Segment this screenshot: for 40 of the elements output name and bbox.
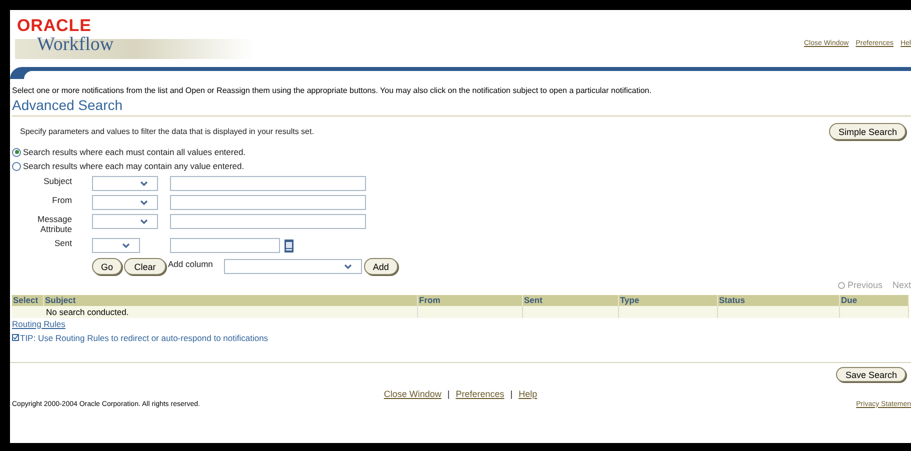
clear-button[interactable]: Clear [124, 258, 166, 275]
field-label: Subject [42, 176, 72, 186]
routing-rules-link[interactable]: Routing Rules [12, 318, 66, 330]
dropdown[interactable] [92, 176, 158, 191]
value-field[interactable] [170, 195, 366, 210]
calendar-icon[interactable] [284, 238, 294, 252]
value-field[interactable] [170, 214, 366, 229]
brand-logo: ORACLE [17, 17, 92, 35]
page-heading: Advanced Search [12, 97, 911, 117]
add-button[interactable]: Add [364, 258, 398, 275]
tip-text: TIP: Use Routing Rules to redirect or auto-respond to notifications [20, 332, 268, 344]
chevron-down-icon [342, 262, 353, 272]
instruction-text: Select one or more notifications from the list and Open or Reassign them using the appropriate buttons. You may also click on the notification subject to open a particular notification. [12, 85, 652, 97]
dropdown[interactable] [92, 238, 140, 253]
dropdown[interactable] [224, 259, 362, 274]
value-field[interactable] [170, 176, 366, 191]
footer-link[interactable]: Help [518, 388, 538, 402]
footer-link[interactable]: Preferences [456, 388, 504, 402]
empty-message: No search conducted. [12, 306, 418, 318]
field-label: Sent [54, 238, 72, 248]
go-button[interactable]: Go [92, 258, 122, 275]
add-column-label: Add column [168, 258, 213, 271]
radio-label: Search results where each may contain any value entered. [23, 160, 244, 172]
dropdown[interactable] [92, 214, 158, 229]
link-separator: | [510, 388, 513, 402]
link-separator: | [447, 388, 450, 402]
radio-label: Search results where each must contain all values entered. [23, 146, 246, 158]
dropdown[interactable] [92, 195, 158, 210]
radio-button[interactable] [12, 162, 21, 170]
field-label: Message Attribute [36, 214, 72, 234]
radio-button[interactable] [12, 148, 21, 156]
footer-link[interactable]: Close Window [384, 388, 442, 402]
save-search-button[interactable]: Save Search [836, 367, 906, 382]
checkmark-icon [12, 334, 19, 342]
chevron-down-icon [121, 240, 131, 250]
value-field[interactable] [170, 238, 280, 253]
simple-search-button[interactable]: Simple Search [829, 123, 906, 140]
description-text: Specify parameters and values to filter the data that is displayed in your results set. [20, 126, 314, 138]
product-name: Workflow [37, 34, 114, 56]
field-label: From [51, 195, 72, 205]
